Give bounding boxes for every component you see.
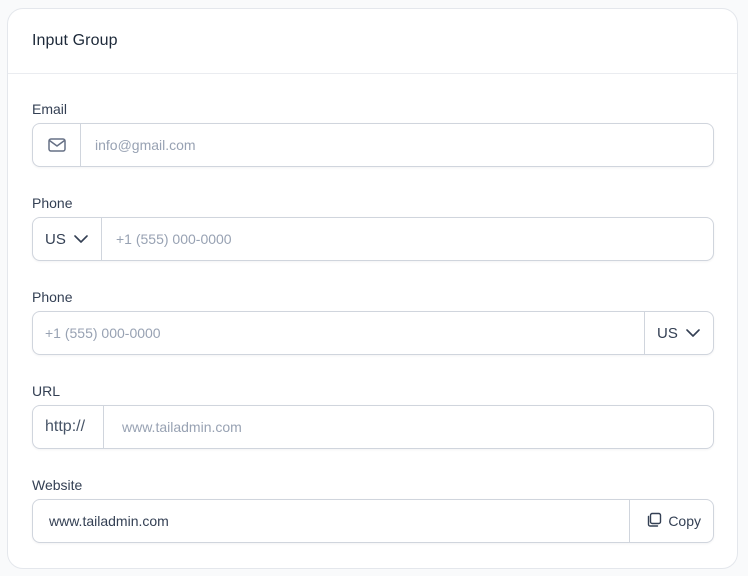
country-select-value-2: US	[657, 324, 678, 342]
copy-label: Copy	[668, 513, 701, 529]
email-placeholder: info@gmail.com	[95, 137, 196, 153]
website-input[interactable]: www.tailadmin.com	[33, 500, 629, 542]
url-label: URL	[32, 383, 61, 399]
country-select-value: US	[45, 230, 66, 248]
phone-input-2[interactable]: +1 (555) 000-0000	[33, 312, 644, 354]
phone-field-group: Phone US +1 (555) 000-0000	[32, 193, 714, 261]
card-header: Input Group	[8, 9, 737, 74]
email-input[interactable]: info@gmail.com	[81, 124, 713, 166]
phone-input-group: US +1 (555) 000-0000	[32, 217, 714, 261]
card-title: Input Group	[32, 32, 118, 49]
phone-placeholder-2: +1 (555) 000-0000	[45, 325, 161, 341]
website-field-group: Website www.tailadmin.com Copy	[32, 475, 714, 543]
phone-input[interactable]: +1 (555) 000-0000	[102, 218, 713, 260]
input-group-card: Input Group Email info@gmail.com Phone U…	[7, 8, 738, 569]
copy-button[interactable]: Copy	[629, 500, 713, 542]
country-select[interactable]: US	[33, 218, 102, 260]
email-input-group: info@gmail.com	[32, 123, 714, 167]
country-select-2[interactable]: US	[644, 312, 713, 354]
phone-field-group-2: Phone +1 (555) 000-0000 US	[32, 287, 714, 355]
url-prefix-text: http://	[45, 418, 86, 435]
website-label: Website	[32, 477, 83, 493]
url-placeholder: www.tailadmin.com	[122, 419, 242, 435]
mail-icon	[33, 124, 81, 166]
url-input-group: http:// www.tailadmin.com	[32, 405, 714, 449]
chevron-down-icon	[74, 235, 88, 243]
phone-label: Phone	[32, 195, 73, 211]
url-field-group: URL http:// www.tailadmin.com	[32, 381, 714, 449]
chevron-down-icon	[686, 329, 700, 337]
phone-input-group-2: +1 (555) 000-0000 US	[32, 311, 714, 355]
phone-label-2: Phone	[32, 289, 73, 305]
website-input-group: www.tailadmin.com Copy	[32, 499, 714, 543]
website-value: www.tailadmin.com	[49, 513, 169, 529]
email-field-group: Email info@gmail.com	[32, 99, 714, 167]
phone-placeholder: +1 (555) 000-0000	[116, 231, 232, 247]
url-prefix: http://	[33, 406, 104, 448]
url-input[interactable]: www.tailadmin.com	[104, 406, 713, 448]
copy-icon	[646, 512, 662, 531]
email-label: Email	[32, 101, 68, 117]
